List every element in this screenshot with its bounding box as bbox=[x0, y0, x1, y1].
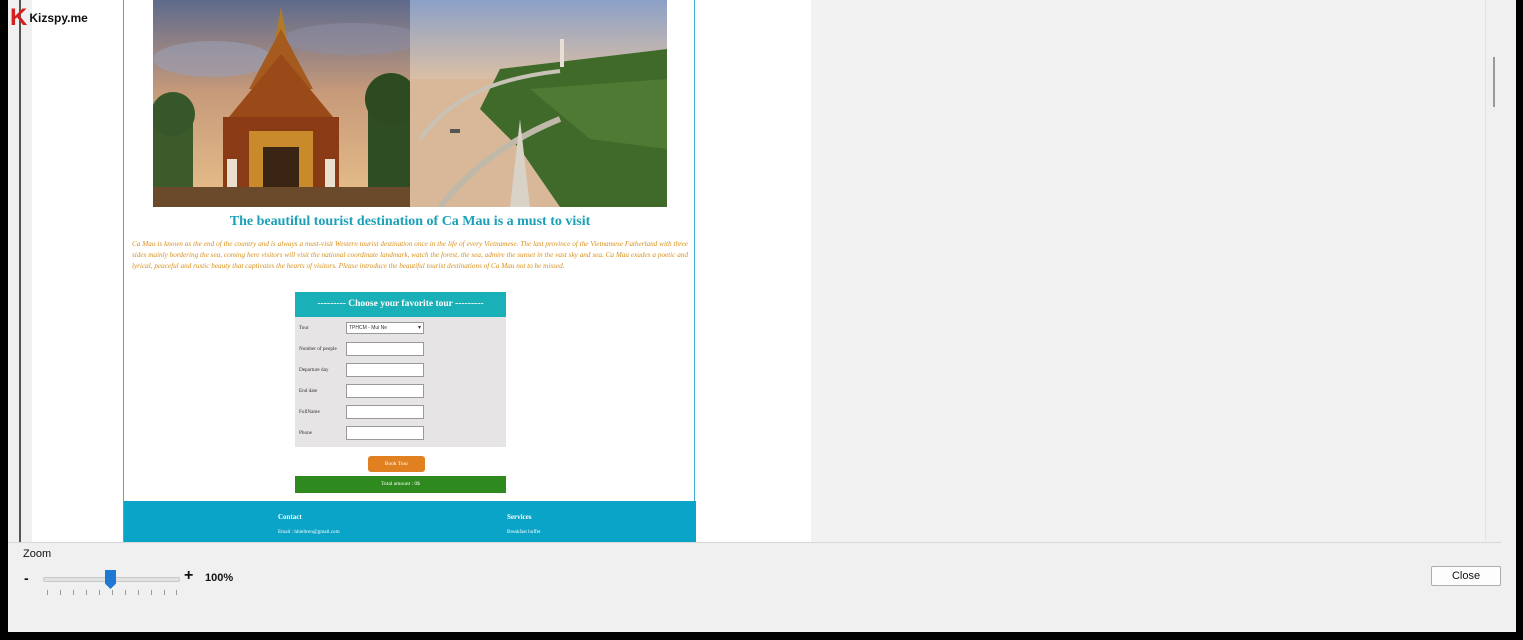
slider-tick bbox=[73, 590, 74, 595]
page-footer: Contact Email : hhieltren@gmail.com Serv… bbox=[124, 501, 696, 542]
phone-label: Phone bbox=[299, 430, 312, 436]
footer-contact-email: Email : hhieltren@gmail.com bbox=[278, 529, 340, 535]
people-row: Number of people bbox=[299, 342, 424, 356]
slider-tick bbox=[86, 590, 87, 595]
phone-row: Phone bbox=[299, 426, 424, 440]
people-input[interactable] bbox=[346, 342, 424, 356]
departure-row: Departure day bbox=[299, 363, 424, 377]
zoom-label: Zoom bbox=[23, 548, 52, 560]
book-tour-button[interactable]: Book Tour bbox=[368, 456, 425, 472]
slider-tick bbox=[176, 590, 177, 595]
slider-tick bbox=[60, 590, 61, 595]
slider-tick bbox=[151, 590, 152, 595]
tour-select[interactable]: TPHCM - Mui Ne ▾ bbox=[346, 322, 424, 334]
temple-photo bbox=[153, 0, 410, 207]
logo-text: Kizspy.me bbox=[29, 11, 88, 25]
watermark-logo: K Kizspy.me bbox=[10, 6, 88, 30]
tour-select-value: TPHCM - Mui Ne bbox=[349, 325, 388, 331]
people-label: Number of people bbox=[299, 346, 337, 352]
chevron-down-icon: ▾ bbox=[417, 325, 421, 331]
departure-label: Departure day bbox=[299, 367, 329, 373]
tour-form: --------- Choose your favorite tour ----… bbox=[295, 292, 506, 447]
tour-form-title: --------- Choose your favorite tour ----… bbox=[295, 292, 506, 317]
footer-services-item: Breakfast buffet bbox=[507, 529, 541, 535]
departure-input[interactable] bbox=[346, 363, 424, 377]
slider-tick bbox=[112, 590, 113, 595]
page-headline: The beautiful tourist destination of Ca … bbox=[229, 214, 591, 229]
footer-contact-heading: Contact bbox=[278, 513, 302, 521]
scrollbar-thumb[interactable] bbox=[1493, 57, 1495, 107]
footer-contact: Contact Email : hhieltren@gmail.com bbox=[278, 513, 340, 535]
fullname-row: FullName bbox=[299, 405, 424, 419]
close-button[interactable]: Close bbox=[1431, 566, 1501, 586]
end-date-row: End date bbox=[299, 384, 424, 398]
vertical-scrollbar[interactable] bbox=[1485, 0, 1501, 542]
zoom-in-button[interactable]: + bbox=[184, 567, 193, 585]
slider-tick bbox=[164, 590, 165, 595]
zoom-slider-thumb[interactable] bbox=[105, 570, 116, 589]
page-margin-area bbox=[811, 0, 1485, 542]
phone-input[interactable] bbox=[346, 426, 424, 440]
total-amount-bar: Total amount : 0$ bbox=[295, 476, 506, 493]
zoom-slider-ticks bbox=[47, 590, 177, 596]
footer-services: Services Breakfast buffet bbox=[507, 513, 540, 535]
viewport-left-edge bbox=[8, 0, 21, 542]
fullname-input[interactable] bbox=[346, 405, 424, 419]
zoom-value: 100% bbox=[205, 572, 234, 584]
tour-label: Tour bbox=[299, 325, 309, 331]
slider-tick bbox=[138, 590, 139, 595]
slider-tick bbox=[99, 590, 100, 595]
web-page-card: The beautiful tourist destination of Ca … bbox=[123, 0, 696, 542]
print-preview-window: K Kizspy.me The beautiful tourist destin… bbox=[8, 0, 1516, 632]
end-date-label: End date bbox=[299, 388, 318, 394]
preview-viewport[interactable]: K Kizspy.me The beautiful tourist destin… bbox=[8, 0, 1501, 543]
fullname-label: FullName bbox=[299, 409, 320, 415]
slider-tick bbox=[47, 590, 48, 595]
slider-tick bbox=[125, 590, 126, 595]
footer-services-heading: Services bbox=[507, 513, 532, 521]
intro-paragraph: Ca Mau is known as the end of the countr… bbox=[132, 240, 688, 271]
logo-k-icon: K bbox=[10, 4, 28, 31]
end-date-input[interactable] bbox=[346, 384, 424, 398]
tour-row: Tour TPHCM - Mui Ne ▾ bbox=[299, 321, 424, 335]
coastal-landmark-photo bbox=[410, 0, 667, 207]
zoom-out-button[interactable]: - bbox=[24, 570, 29, 586]
